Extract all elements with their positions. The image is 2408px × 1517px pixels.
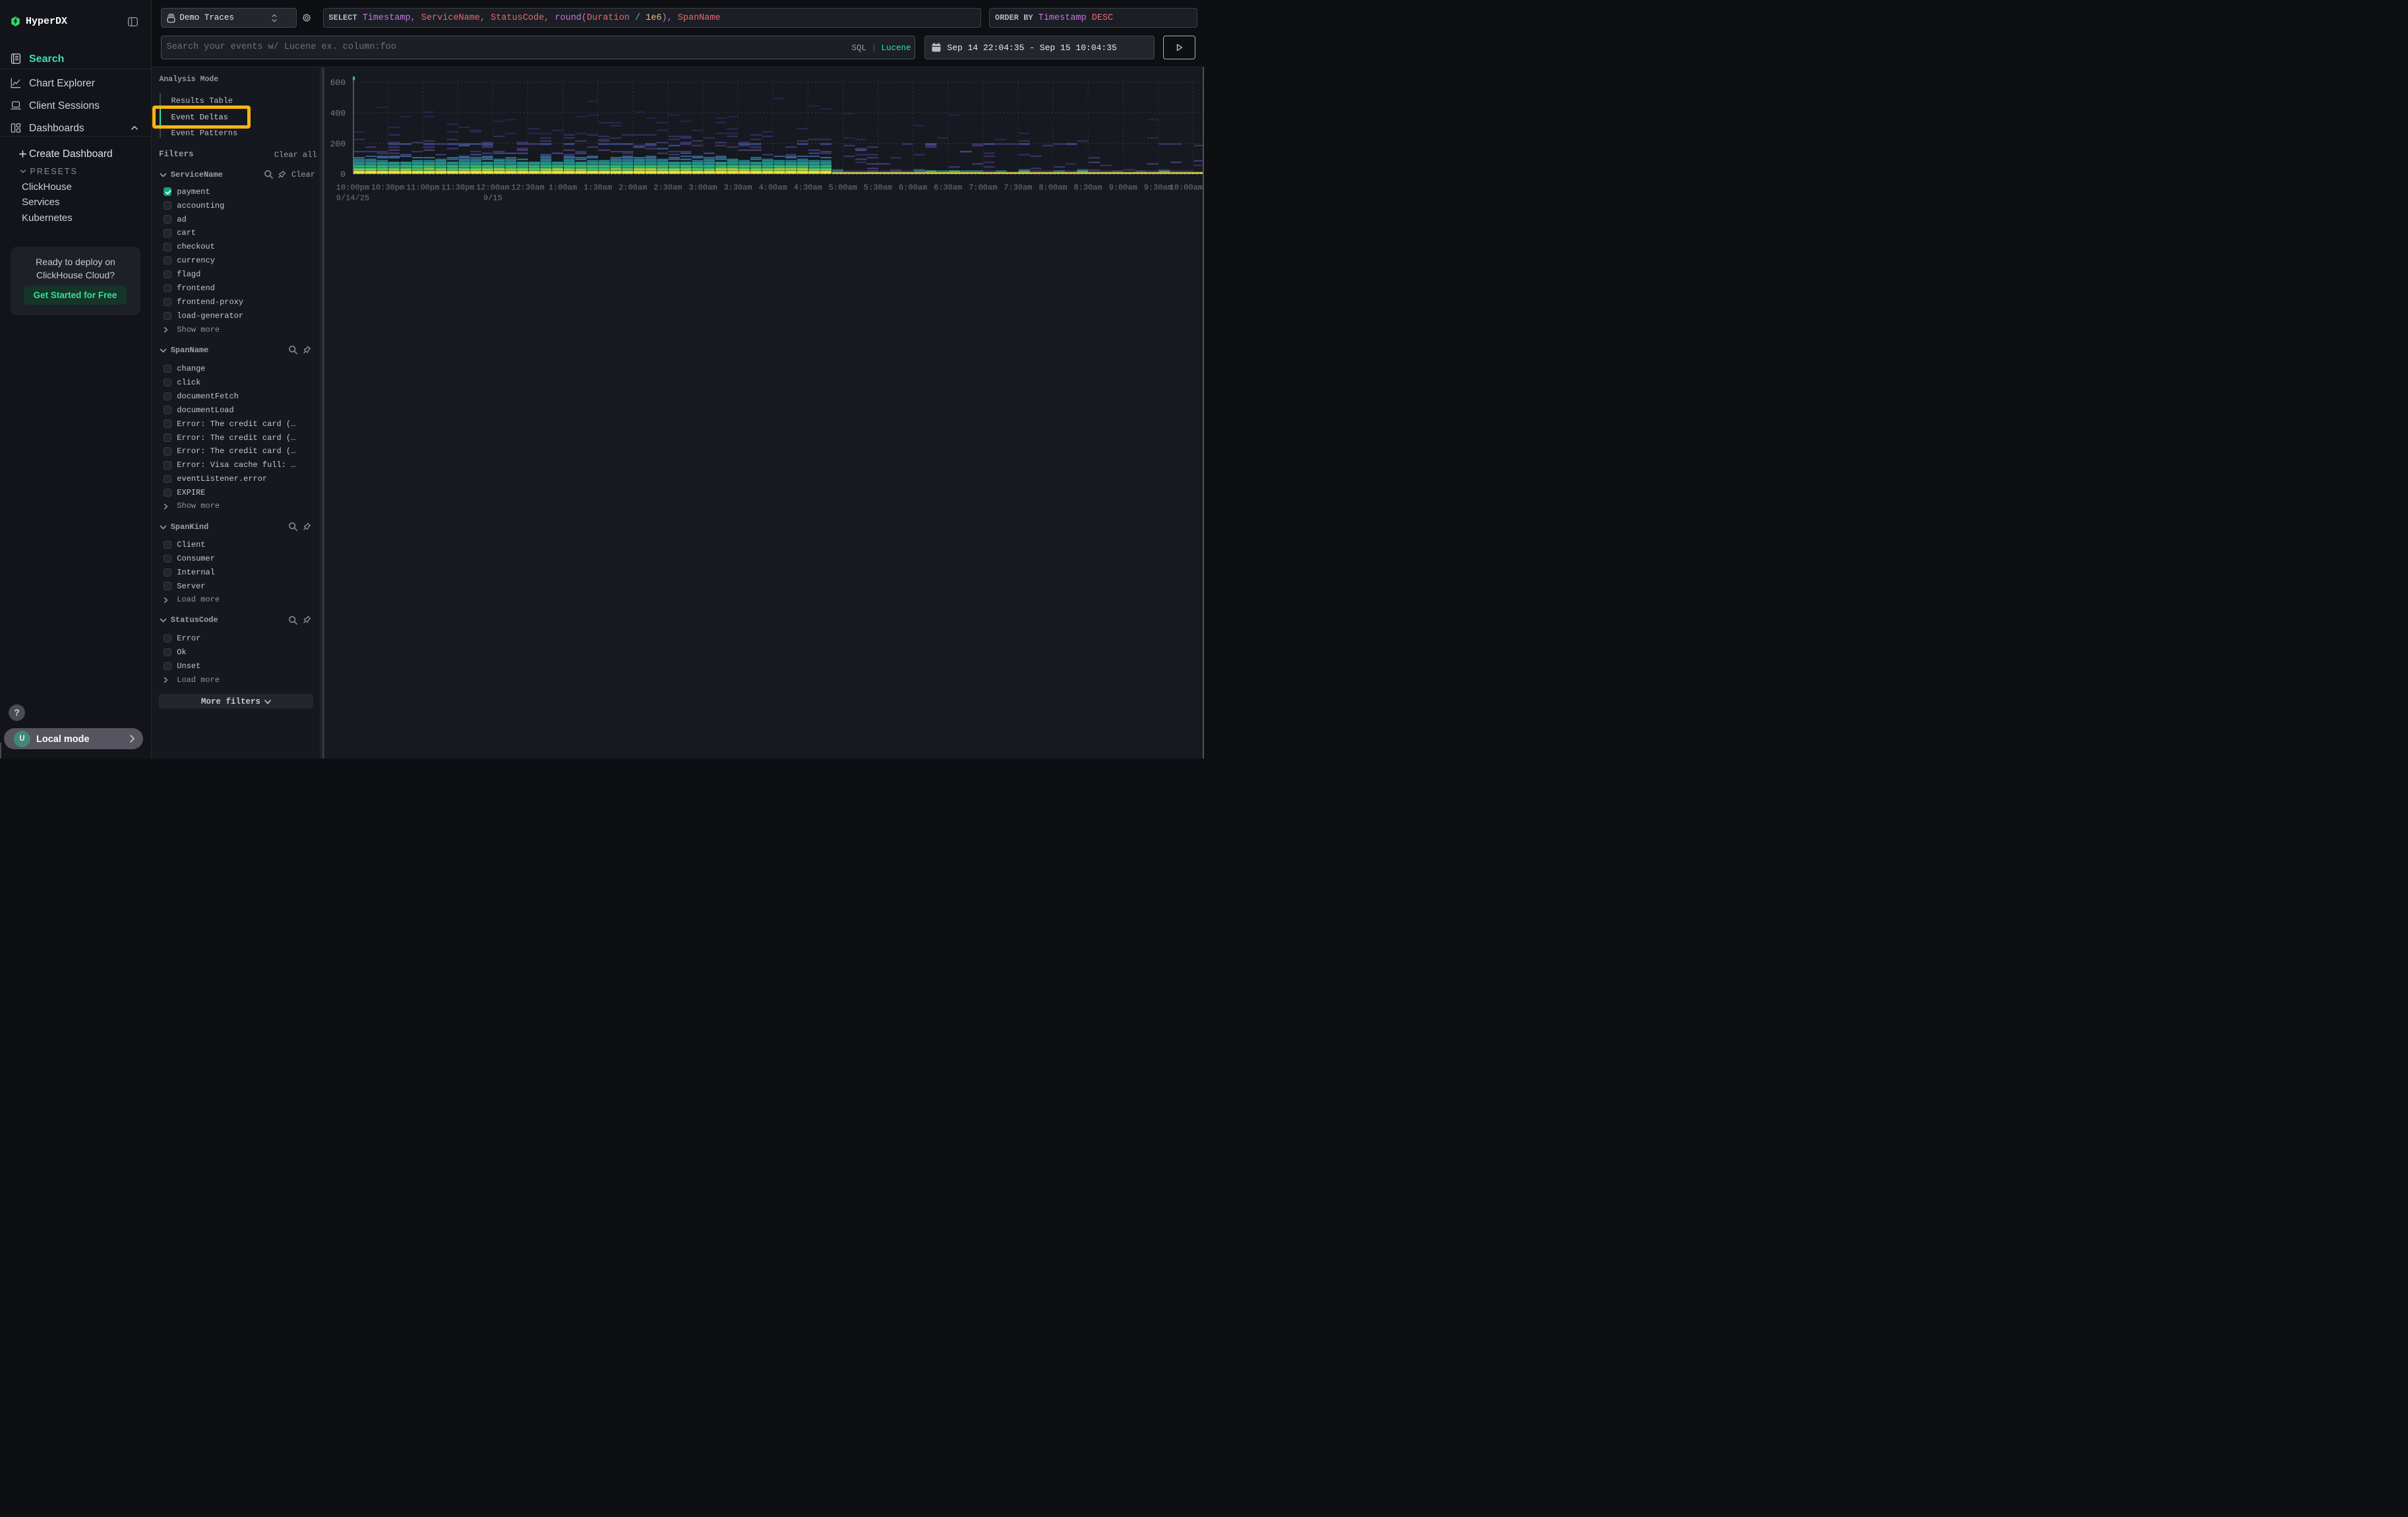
svg-text:10:30pm: 10:30pm [371, 183, 404, 193]
svg-text:3:00am: 3:00am [688, 183, 717, 193]
svg-text:12:30am: 12:30am [511, 183, 544, 193]
svg-text:10:00pm: 10:00pm [336, 183, 369, 193]
svg-text:4:30am: 4:30am [794, 183, 822, 193]
svg-text:11:30pm: 11:30pm [441, 183, 474, 193]
svg-text:9:00am: 9:00am [1109, 183, 1137, 193]
svg-text:9/15: 9/15 [483, 194, 502, 203]
svg-text:5:30am: 5:30am [864, 183, 892, 193]
svg-text:9/14/25: 9/14/25 [336, 194, 369, 203]
svg-text:0: 0 [340, 170, 346, 179]
svg-text:6:30am: 6:30am [934, 183, 962, 193]
svg-text:1:30am: 1:30am [584, 183, 612, 193]
svg-text:11:00pm: 11:00pm [406, 183, 439, 193]
svg-text:7:30am: 7:30am [1004, 183, 1032, 193]
svg-text:3:30am: 3:30am [723, 183, 752, 193]
svg-text:7:00am: 7:00am [969, 183, 997, 193]
svg-text:2:30am: 2:30am [653, 183, 682, 193]
svg-text:6:00am: 6:00am [899, 183, 927, 193]
svg-text:5:00am: 5:00am [829, 183, 857, 193]
svg-text:12:00am: 12:00am [476, 183, 509, 193]
svg-text:8:00am: 8:00am [1038, 183, 1067, 193]
svg-text:400: 400 [330, 109, 346, 119]
svg-text:9:30am: 9:30am [1144, 183, 1172, 193]
svg-text:1:00am: 1:00am [549, 183, 577, 193]
svg-text:200: 200 [330, 139, 346, 149]
svg-text:2:00am: 2:00am [618, 183, 647, 193]
svg-text:600: 600 [330, 78, 346, 88]
svg-text:4:00am: 4:00am [759, 183, 787, 193]
svg-text:8:30am: 8:30am [1073, 183, 1102, 193]
svg-text:10:00am: 10:00am [1170, 183, 1203, 193]
